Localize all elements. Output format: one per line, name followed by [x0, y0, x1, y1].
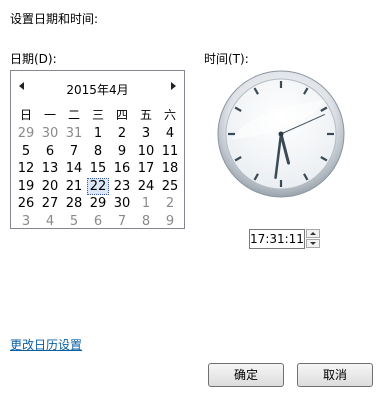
clock-center-pin [278, 131, 284, 137]
calendar-day[interactable]: 7 [110, 213, 134, 231]
calendar-day[interactable]: 14 [62, 160, 86, 178]
time-label: 时间(T): [204, 52, 249, 66]
calendar-day[interactable]: 6 [38, 143, 62, 161]
weekday-header: 日一二三四五六 [14, 107, 182, 123]
calendar-day[interactable]: 30 [38, 125, 62, 143]
calendar-day[interactable]: 25 [158, 178, 182, 196]
calendar-day[interactable]: 3 [14, 213, 38, 231]
time-input[interactable]: 17:31:11 [249, 229, 305, 249]
calendar-day[interactable]: 11 [158, 143, 182, 161]
calendar-day[interactable]: 5 [14, 143, 38, 161]
calendar-day[interactable]: 3 [134, 125, 158, 143]
time-increment-button[interactable] [306, 229, 320, 238]
calendar-day[interactable]: 12 [14, 160, 38, 178]
calendar-day[interactable]: 30 [110, 195, 134, 213]
date-label: 日期(D): [10, 52, 57, 66]
calendar-day[interactable]: 1 [134, 195, 158, 213]
calendar-day[interactable]: 20 [38, 178, 62, 196]
weekday-label: 二 [67, 108, 80, 122]
calendar-day[interactable]: 9 [110, 143, 134, 161]
calendar-day[interactable]: 1 [86, 125, 110, 143]
next-month-arrow-icon[interactable] [171, 82, 176, 90]
weekday-label: 三 [91, 108, 104, 122]
calendar-day[interactable]: 28 [62, 195, 86, 213]
calendar-days-grid[interactable]: 29 30 31 1 2 3 4 5 6 7 8 9 10 11 12 13 14 15 16 17 18 19 20 21 2… [14, 125, 182, 230]
calendar-day[interactable]: 2 [158, 195, 182, 213]
calendar-day[interactable]: 13 [38, 160, 62, 178]
calendar-day[interactable]: 21 [62, 178, 86, 196]
weekday-label: 一 [43, 108, 56, 122]
dialog-heading: 设置日期和时间: [10, 12, 99, 26]
calendar-day[interactable]: 8 [86, 143, 110, 161]
calendar-day[interactable]: 9 [158, 213, 182, 231]
calendar-day[interactable]: 10 [134, 143, 158, 161]
calendar-day[interactable]: 17 [134, 160, 158, 178]
calendar-day[interactable]: 16 [110, 160, 134, 178]
calendar-day[interactable]: 5 [62, 213, 86, 231]
change-calendar-settings-link[interactable]: 更改日历设置 [10, 336, 82, 353]
calendar-day[interactable]: 29 [86, 195, 110, 213]
calendar-day[interactable]: 6 [86, 213, 110, 231]
calendar-day[interactable]: 19 [14, 178, 38, 196]
calendar-day[interactable]: 24 [134, 178, 158, 196]
weekday-label: 六 [163, 108, 176, 122]
calendar-day-selected[interactable]: 22 [87, 177, 109, 195]
calendar-day[interactable]: 4 [158, 125, 182, 143]
calendar-day[interactable]: 18 [158, 160, 182, 178]
time-decrement-button[interactable] [306, 239, 320, 248]
calendar-day[interactable]: 29 [14, 125, 38, 143]
calendar-day[interactable]: 7 [62, 143, 86, 161]
weekday-label: 五 [139, 108, 152, 122]
calendar-day[interactable]: 15 [86, 160, 110, 178]
analog-clock [217, 70, 345, 198]
calendar-day[interactable]: 23 [110, 178, 134, 196]
calendar-month-title[interactable]: 2015年4月 [11, 81, 184, 98]
calendar-day[interactable]: 8 [134, 213, 158, 231]
weekday-label: 日 [19, 108, 32, 122]
weekday-label: 四 [115, 108, 128, 122]
calendar-day[interactable]: 31 [62, 125, 86, 143]
calendar-day[interactable]: 2 [110, 125, 134, 143]
cancel-button[interactable]: 取消 [297, 363, 373, 387]
calendar-day[interactable]: 4 [38, 213, 62, 231]
calendar-day[interactable]: 26 [14, 195, 38, 213]
ok-button[interactable]: 确定 [208, 363, 284, 387]
calendar-day[interactable]: 27 [38, 195, 62, 213]
calendar[interactable]: 2015年4月 日一二三四五六 29 30 31 1 2 3 4 5 6 7 8 9 10 11 12 13 1… [10, 70, 185, 229]
